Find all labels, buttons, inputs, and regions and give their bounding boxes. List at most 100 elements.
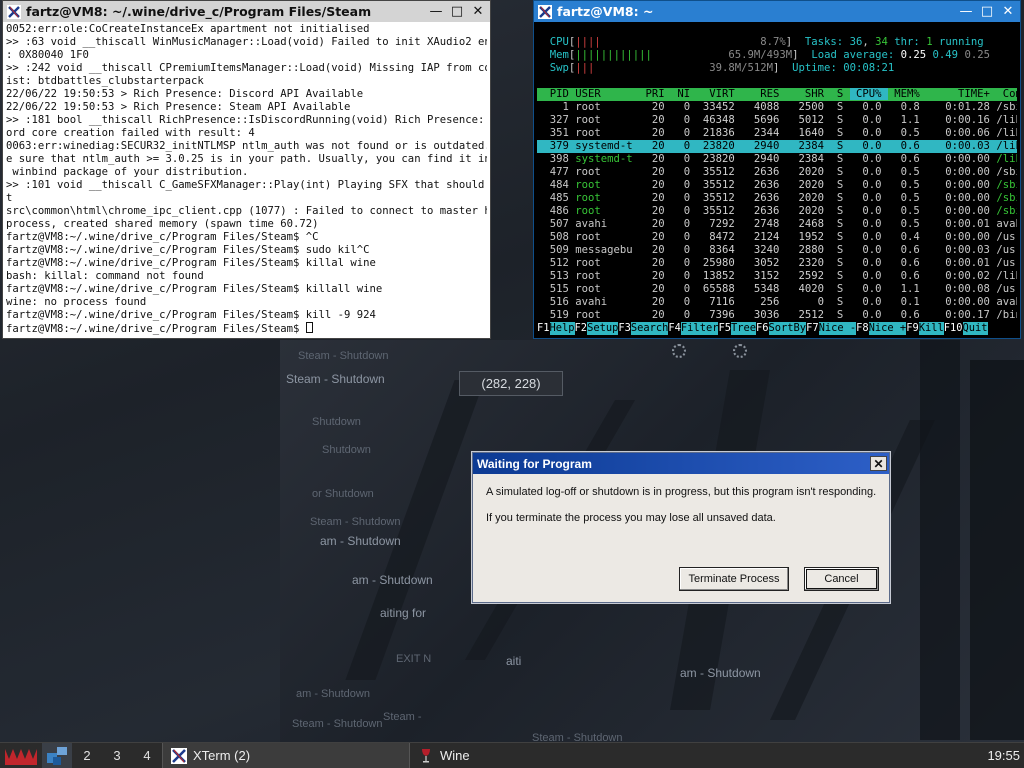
process-user: avahi [575,296,646,308]
process-cpu: 0.0 [849,179,888,191]
process-mem: 0.5 [887,192,927,204]
fkey-f2[interactable]: F2 Setup [574,322,619,335]
process-row[interactable]: 398 systemd-t 20 0 23820 2940 2384 S 0.0… [537,153,1017,166]
terminate-process-button[interactable]: Terminate Process [679,567,789,591]
process-row[interactable]: 477 root 20 0 35512 2636 2020 S 0.0 0.5 … [537,166,1017,179]
window-title: fartz@VM8: ~ [557,4,654,19]
ghost-window-title: am - Shutdown [352,573,433,587]
htop-body[interactable]: CPU[|||| 8.7%] Tasks: 36, 34 thr: 1 runn… [537,23,1017,335]
window-titlebar[interactable]: fartz@VM8: ~/.wine/drive_c/Program Files… [3,1,490,22]
process-row[interactable]: 379 systemd-t 20 0 23820 2940 2384 S 0.0… [537,140,1017,153]
process-shr: 2020 [785,192,831,204]
fkey-f4[interactable]: F4 Filter [668,322,719,335]
process-pri: 20 [645,166,671,178]
process-ni: 0 [670,309,697,321]
xterm-icon [171,747,187,764]
process-time: 0:00.00 [926,296,997,308]
cancel-button[interactable]: Cancel [804,567,879,591]
maximize-icon[interactable]: □ [449,4,465,20]
process-row[interactable]: 516 avahi 20 0 7116 256 0 S 0.0 0.1 0:00… [537,296,1017,309]
workspace-4[interactable]: 4 [132,743,162,768]
fkey-f6[interactable]: F6 SortBy [756,322,807,335]
process-cpu: 0.0 [849,257,888,269]
column-header-res[interactable]: RES [741,88,786,100]
process-pri: 20 [645,179,671,191]
process-row[interactable]: 512 root 20 0 25980 3052 2320 S 0.0 0.6 … [537,257,1017,270]
process-row[interactable]: 509 messagebu 20 0 8364 3240 2880 S 0.0 … [537,244,1017,257]
xterm-icon [538,4,552,19]
close-icon[interactable]: ✕ [1000,4,1016,20]
process-row[interactable]: 507 avahi 20 0 7292 2748 2468 S 0.0 0.5 … [537,218,1017,231]
process-shr: 2592 [785,270,831,282]
process-row[interactable]: 513 root 20 0 13852 3152 2592 S 0.0 0.6 … [537,270,1017,283]
fkey-f7[interactable]: F7 Nice - [806,322,857,335]
fkey-f8[interactable]: F8 Nice + [856,322,907,335]
process-pri: 20 [645,257,671,269]
process-row[interactable]: 327 root 20 0 46348 5696 5012 S 0.0 1.1 … [537,114,1017,127]
workspace-2[interactable]: 2 [72,743,102,768]
process-table-header[interactable]: PID USER PRI NI VIRT RES SHR S CPU% MEM%… [537,88,1017,101]
fkey-f10[interactable]: F10 Quit [943,322,988,335]
waiting-for-program-dialog[interactable]: Waiting for Program ✕ A simulated log-of… [472,452,890,603]
column-header-user[interactable]: USER [575,88,645,100]
fkey-f1[interactable]: F1 Help [537,322,575,335]
minimize-icon[interactable]: — [428,4,444,20]
process-row[interactable]: 484 root 20 0 35512 2636 2020 S 0.0 0.5 … [537,179,1017,192]
process-pri: 20 [645,140,671,152]
terminal-output[interactable]: 0052:err:ole:CoCreateInstanceEx apartmen… [6,23,487,335]
process-row[interactable]: 1 root 20 0 33452 4088 2500 S 0.0 0.8 0:… [537,101,1018,114]
process-shr: 5012 [785,114,831,126]
column-header-pri[interactable]: PRI [645,88,671,100]
process-row[interactable]: 486 root 20 0 35512 2636 2020 S 0.0 0.5 … [537,205,1017,218]
close-icon[interactable]: ✕ [870,456,887,471]
process-row[interactable]: 519 root 20 0 7396 3036 2512 S 0.0 0.6 0… [537,309,1017,322]
column-header-command[interactable]: Command [996,88,1017,100]
workspace-1[interactable] [42,742,72,768]
process-virt: 8472 [696,231,742,243]
workspace-3[interactable]: 3 [102,743,132,768]
process-cmd: /lib/systemd/syst [996,140,1017,152]
column-header-virt[interactable]: VIRT [696,88,741,100]
process-mem: 1.1 [887,114,927,126]
taskbar-task-wine[interactable]: Wine [410,743,478,768]
process-mem: 0.6 [887,309,927,321]
clock[interactable]: 19:55 [987,748,1024,763]
process-s: S [830,179,850,191]
start-menu-button[interactable] [0,743,42,768]
minimize-icon[interactable]: — [958,4,974,20]
process-cpu: 0.0 [849,205,888,217]
process-row[interactable]: 351 root 20 0 21836 2344 1640 S 0.0 0.5 … [537,127,1017,140]
column-header-ni[interactable]: NI [671,88,697,100]
close-icon[interactable]: ✕ [470,4,486,20]
fkey-f5[interactable]: F5 Tree [718,322,757,335]
process-pid: 512 [537,257,576,269]
process-mem: 0.6 [887,244,927,256]
process-shr: 2020 [785,166,831,178]
process-cmd: avahi-daemon: run [996,218,1017,230]
column-header-cpu[interactable]: CPU% [849,88,888,100]
terminal-line: ist: btdbattles_clubstarterpack [6,75,204,87]
column-header-mem[interactable]: MEM% [888,88,926,100]
column-header-pid[interactable]: PID [537,88,575,100]
window-titlebar[interactable]: fartz@VM8: ~ — □ ✕ [534,1,1020,22]
column-header-shr[interactable]: SHR [786,88,831,100]
dialog-titlebar[interactable]: Waiting for Program ✕ [473,453,889,474]
process-time: 0:00.16 [926,114,997,126]
process-row[interactable]: 515 root 20 0 65588 5348 4020 S 0.0 1.1 … [537,283,1017,296]
process-row[interactable]: 508 root 20 0 8472 2124 1952 S 0.0 0.4 0… [537,231,1017,244]
process-row[interactable]: 485 root 20 0 35512 2636 2020 S 0.0 0.5 … [537,192,1017,205]
htop-window[interactable]: fartz@VM8: ~ — □ ✕ CPU[|||| 8.7%] Tasks:… [533,0,1021,339]
xterm-window[interactable]: fartz@VM8: ~/.wine/drive_c/Program Files… [2,0,491,339]
fkey-f3[interactable]: F3 Search [618,322,669,335]
taskbar-task-xterm-2[interactable]: XTerm (2) [162,742,410,768]
process-cpu: 0.0 [849,192,888,204]
process-cmd: /lib/systemd/syst [996,127,1017,139]
maximize-icon[interactable]: □ [979,4,995,20]
fkey-f9[interactable]: F9 Kill [906,322,944,335]
process-time: 0:00.01 [926,218,997,230]
column-header-s[interactable]: S [830,88,849,100]
dialog-title: Waiting for Program [477,456,592,471]
column-header-time[interactable]: TIME+ [926,88,996,100]
terminal-line: 22/06/22 19:50:53 > Rich Presence: Disco… [6,88,364,100]
process-time: 0:00.06 [926,127,997,139]
